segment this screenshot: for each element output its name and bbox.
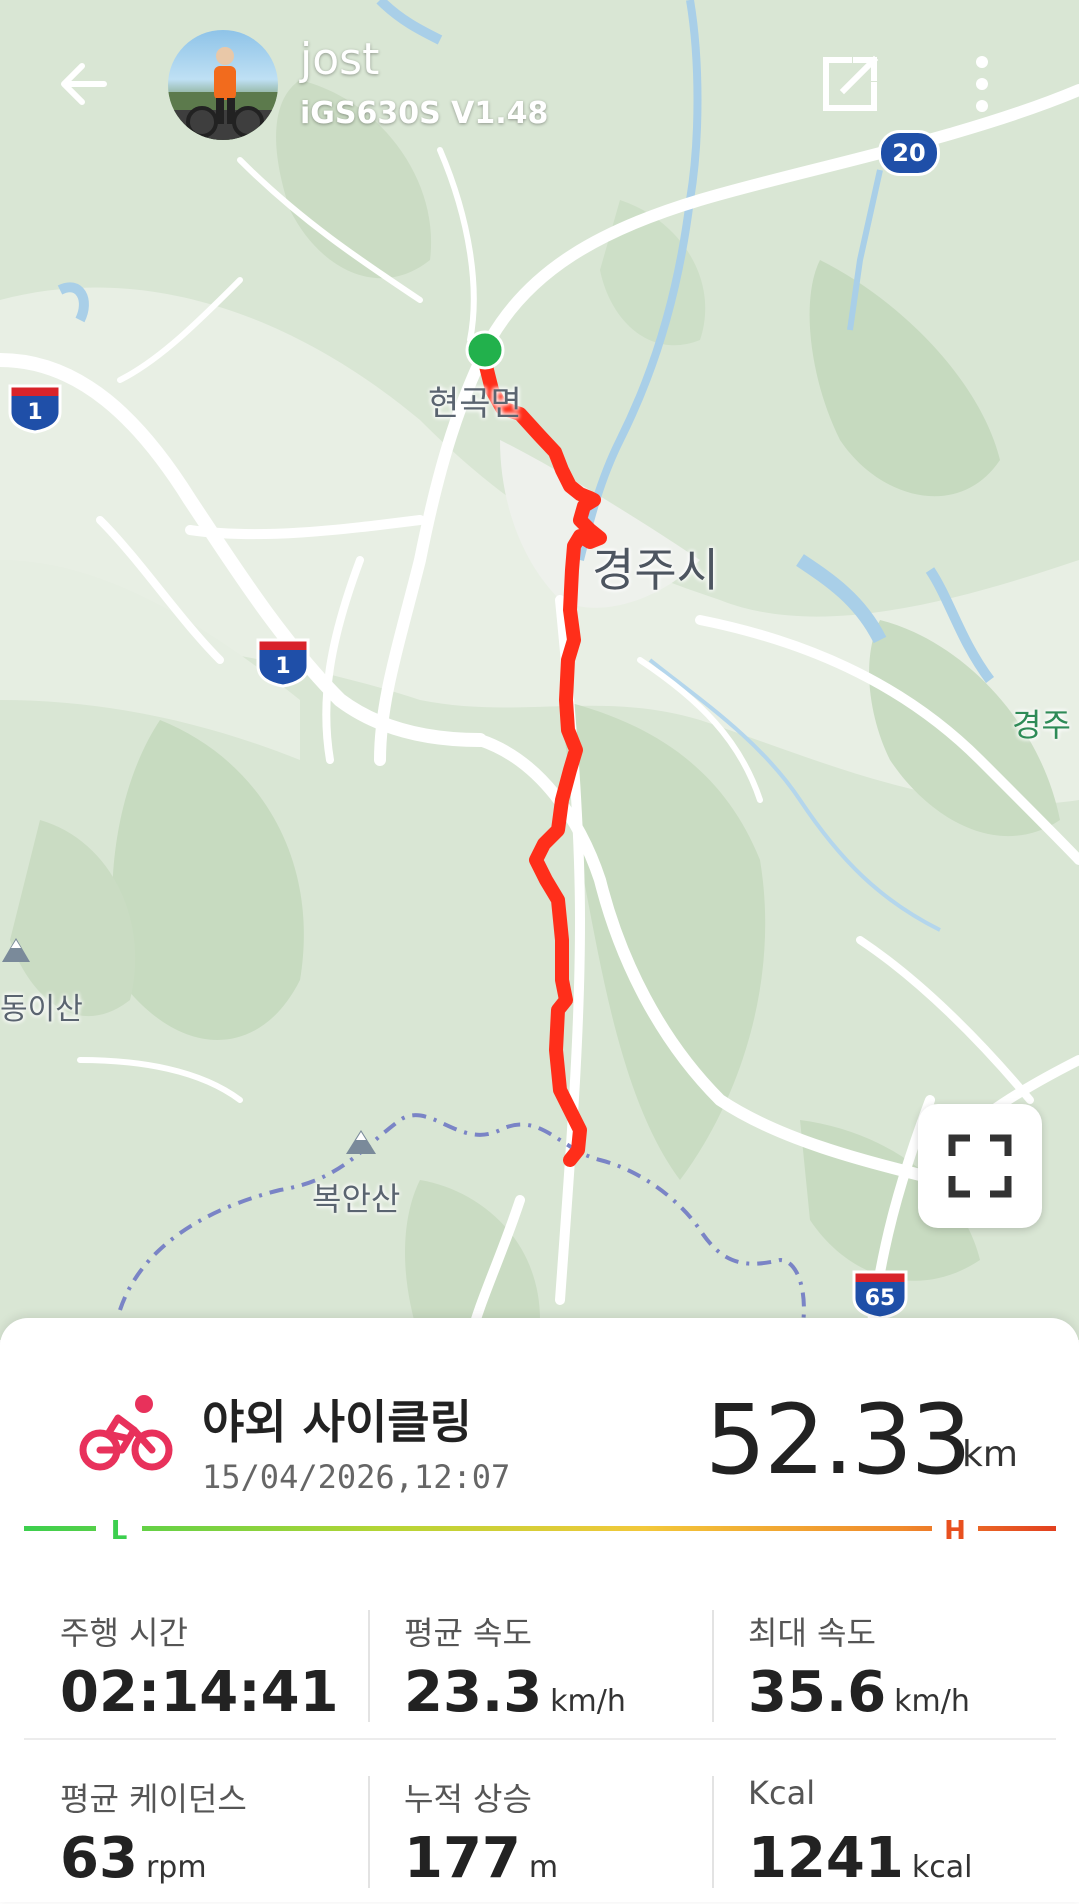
fullscreen-button[interactable] <box>918 1104 1042 1228</box>
route-20-shield: 20 <box>878 130 940 176</box>
intensity-low-label: L <box>111 1516 128 1546</box>
stat-label: 평균 케이던스 <box>60 1780 247 1818</box>
interstate-shield: 65 <box>850 1268 910 1320</box>
mountain-peak-icon <box>2 938 30 962</box>
stat-value: 177 m <box>404 1826 559 1891</box>
stat-label: 최대 속도 <box>748 1614 876 1652</box>
mountain-peak-icon <box>346 1130 376 1154</box>
intensity-gradient-bar: L H <box>24 1512 1056 1546</box>
stat-value: 1241 kcal <box>748 1826 973 1891</box>
activity-title: 야외 사이클링 <box>202 1395 472 1449</box>
more-vertical-icon[interactable] <box>960 52 1004 116</box>
stat-ride-time: 주행 시간 02:14:41 <box>24 1574 368 1738</box>
interstate-shield: 1 <box>254 636 312 688</box>
map-label-east: 경주 <box>1012 706 1071 744</box>
stat-label: Kcal <box>748 1774 816 1812</box>
share-external-icon[interactable] <box>818 52 882 116</box>
stat-value: 23.3 km/h <box>404 1660 626 1725</box>
stat-avg-speed: 평균 속도 23.3 km/h <box>368 1574 712 1738</box>
stat-calories: Kcal 1241 kcal <box>712 1740 1056 1904</box>
stat-value: 63 rpm <box>60 1826 207 1891</box>
fullscreen-icon <box>948 1134 1012 1198</box>
map-label-mountain-west: 동이산 <box>0 992 83 1027</box>
avatar[interactable] <box>168 30 278 140</box>
interstate-shield: 1 <box>6 382 64 434</box>
stat-elevation-gain: 누적 상승 177 m <box>368 1740 712 1904</box>
stat-avg-cadence: 평균 케이던스 63 rpm <box>24 1740 368 1904</box>
stat-label: 누적 상승 <box>404 1780 532 1818</box>
map-label-mountain-south: 복안산 <box>312 1180 401 1218</box>
user-name: jost <box>300 34 380 85</box>
bicycle-icon <box>79 1395 173 1471</box>
stats-row: 평균 케이던스 63 rpm 누적 상승 177 m Kcal 1241 kcal <box>24 1738 1056 1904</box>
map-label-city: 경주시 <box>592 543 719 597</box>
stats-row: 주행 시간 02:14:41 평균 속도 23.3 km/h 최대 속도 35.6… <box>24 1574 1056 1738</box>
route-map[interactable]: 현곡면 경주시 경주 동이산 복안산 1 1 20 65 jost iGS630… <box>0 0 1079 1340</box>
start-marker <box>465 330 505 370</box>
stat-max-speed: 최대 속도 35.6 km/h <box>712 1574 1056 1738</box>
activity-summary-panel: 야외 사이클링 15/04/2026,12:07 52.33 km L H 주행… <box>0 1318 1079 1902</box>
device-name: iGS630S V1.48 <box>300 96 549 131</box>
distance-unit: km <box>962 1434 1018 1475</box>
activity-date: 15/04/2026,12:07 <box>202 1458 511 1496</box>
stat-value: 35.6 km/h <box>748 1660 970 1725</box>
stat-label: 평균 속도 <box>404 1614 532 1652</box>
arrow-left-icon[interactable] <box>52 52 116 116</box>
intensity-high-label: H <box>944 1516 966 1546</box>
distance-value: 52.33 <box>705 1384 972 1496</box>
stat-value: 02:14:41 <box>60 1660 339 1725</box>
stats-grid: 주행 시간 02:14:41 평균 속도 23.3 km/h 최대 속도 35.6… <box>24 1574 1056 1904</box>
stat-label: 주행 시간 <box>60 1614 188 1652</box>
map-label-town: 현곡면 <box>428 384 522 424</box>
